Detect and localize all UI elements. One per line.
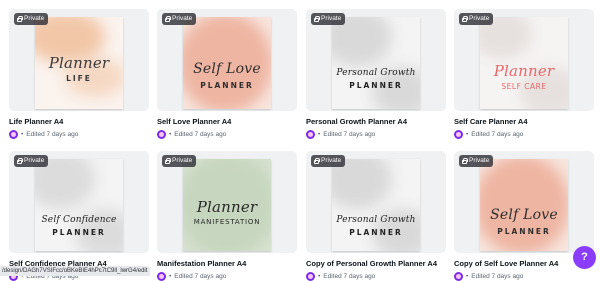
design-thumbnail[interactable]: Personal Growth PLANNER Private <box>306 151 446 253</box>
cover-image: Personal Growth PLANNER <box>332 159 420 251</box>
owner-avatar <box>9 130 18 139</box>
cover-caps-text: SELF CARE <box>501 82 547 91</box>
design-meta: • Edited 7 days ago <box>306 272 375 281</box>
design-title[interactable]: Copy of Personal Growth Planner A4 <box>306 259 456 268</box>
design-meta: • Edited 7 days ago <box>454 272 523 281</box>
cover-caps-text: PLANNER <box>349 81 403 90</box>
edited-dot: • <box>466 131 469 138</box>
cover-script-text: Self Love <box>193 61 261 77</box>
design-title[interactable]: Manifestation Planner A4 <box>157 259 307 268</box>
cover-script-text: Planner <box>48 54 110 72</box>
cover-caps-text: PLANNER <box>497 227 551 236</box>
private-badge: Private <box>459 155 494 167</box>
design-thumbnail[interactable]: Planner LIFE Private <box>9 9 149 111</box>
privacy-label: Private <box>24 15 45 22</box>
edited-time: Edited 7 days ago <box>323 273 376 280</box>
edited-time: Edited 7 days ago <box>471 131 524 138</box>
design-title[interactable]: Self Care Planner A4 <box>454 117 600 126</box>
design-thumbnail[interactable]: Self Love PLANNER Private <box>454 151 594 253</box>
design-meta: • Edited 7 days ago <box>157 272 226 281</box>
cover-image: Self Love PLANNER <box>480 159 568 251</box>
lock-icon <box>165 16 171 22</box>
design-thumbnail[interactable]: Personal Growth PLANNER Private <box>306 9 446 111</box>
cover-image: Planner LIFE <box>35 17 123 109</box>
design-thumbnail[interactable]: Planner SELF CARE Private <box>454 9 594 111</box>
private-badge: Private <box>311 13 346 25</box>
cover-script-text: Planner <box>196 198 258 216</box>
privacy-label: Private <box>172 157 193 164</box>
owner-avatar <box>306 272 315 281</box>
privacy-label: Private <box>172 15 193 22</box>
design-title[interactable]: Self Love Planner A4 <box>157 117 307 126</box>
cover-image: Self Confidence PLANNER <box>35 159 123 251</box>
design-meta: • Edited 7 days ago <box>306 130 375 139</box>
lock-icon <box>462 158 468 164</box>
edited-time: Edited 7 days ago <box>174 273 227 280</box>
private-badge: Private <box>311 155 346 167</box>
status-url-bar: /design/DAGh7VSIFcc/oBKeBIE4hPc7tC9ll_lw… <box>0 266 150 276</box>
private-badge: Private <box>162 13 197 25</box>
cover-caps-text: MANIFESTATION <box>193 218 261 226</box>
private-badge: Private <box>162 155 197 167</box>
lock-icon <box>17 158 23 164</box>
help-button[interactable]: ? <box>573 246 596 269</box>
privacy-label: Private <box>321 157 342 164</box>
owner-avatar <box>157 272 166 281</box>
edited-time: Edited 7 days ago <box>174 131 227 138</box>
cover-caps-text: PLANNER <box>200 81 254 90</box>
design-title[interactable]: Personal Growth Planner A4 <box>306 117 456 126</box>
edited-time: Edited 7 days ago <box>471 273 524 280</box>
owner-avatar <box>454 272 463 281</box>
cover-image: Planner SELF CARE <box>480 17 568 109</box>
privacy-label: Private <box>469 157 490 164</box>
cover-image: Personal Growth PLANNER <box>332 17 420 109</box>
edited-dot: • <box>318 273 321 280</box>
edited-dot: • <box>466 273 469 280</box>
cover-image: Self Love PLANNER <box>183 17 271 109</box>
privacy-label: Private <box>24 157 45 164</box>
cover-image: Planner MANIFESTATION <box>183 159 271 251</box>
edited-time: Edited 7 days ago <box>323 131 376 138</box>
cover-script-text: Self Love <box>490 207 558 223</box>
owner-avatar <box>306 130 315 139</box>
cover-caps-text: PLANNER <box>52 228 106 237</box>
privacy-label: Private <box>469 15 490 22</box>
cover-script-text: Planner <box>493 62 555 80</box>
edited-dot: • <box>169 131 172 138</box>
lock-icon <box>314 16 320 22</box>
design-meta: • Edited 7 days ago <box>157 130 226 139</box>
lock-icon <box>17 16 23 22</box>
design-title[interactable]: Life Planner A4 <box>9 117 159 126</box>
design-thumbnail[interactable]: Self Confidence PLANNER Private <box>9 151 149 253</box>
cover-script-text: Personal Growth <box>336 68 416 78</box>
cover-script-text: Personal Growth <box>336 215 416 225</box>
edited-time: Edited 7 days ago <box>26 131 79 138</box>
design-thumbnail[interactable]: Planner MANIFESTATION Private <box>157 151 297 253</box>
edited-dot: • <box>21 131 24 138</box>
design-meta: • Edited 7 days ago <box>9 130 78 139</box>
designs-grid: Planner LIFE Private Life Planner A4 • Ed… <box>0 0 600 281</box>
lock-icon <box>462 16 468 22</box>
cover-caps-text: LIFE <box>66 74 92 83</box>
cover-script-text: Self Confidence <box>41 215 117 225</box>
privacy-label: Private <box>321 15 342 22</box>
design-meta: • Edited 7 days ago <box>454 130 523 139</box>
lock-icon <box>314 158 320 164</box>
private-badge: Private <box>14 13 49 25</box>
owner-avatar <box>157 130 166 139</box>
owner-avatar <box>454 130 463 139</box>
edited-dot: • <box>169 273 172 280</box>
cover-watercolor <box>480 159 568 251</box>
lock-icon <box>165 158 171 164</box>
cover-caps-text: PLANNER <box>349 228 403 237</box>
design-thumbnail[interactable]: Self Love PLANNER Private <box>157 9 297 111</box>
private-badge: Private <box>459 13 494 25</box>
private-badge: Private <box>14 155 49 167</box>
edited-dot: • <box>318 131 321 138</box>
